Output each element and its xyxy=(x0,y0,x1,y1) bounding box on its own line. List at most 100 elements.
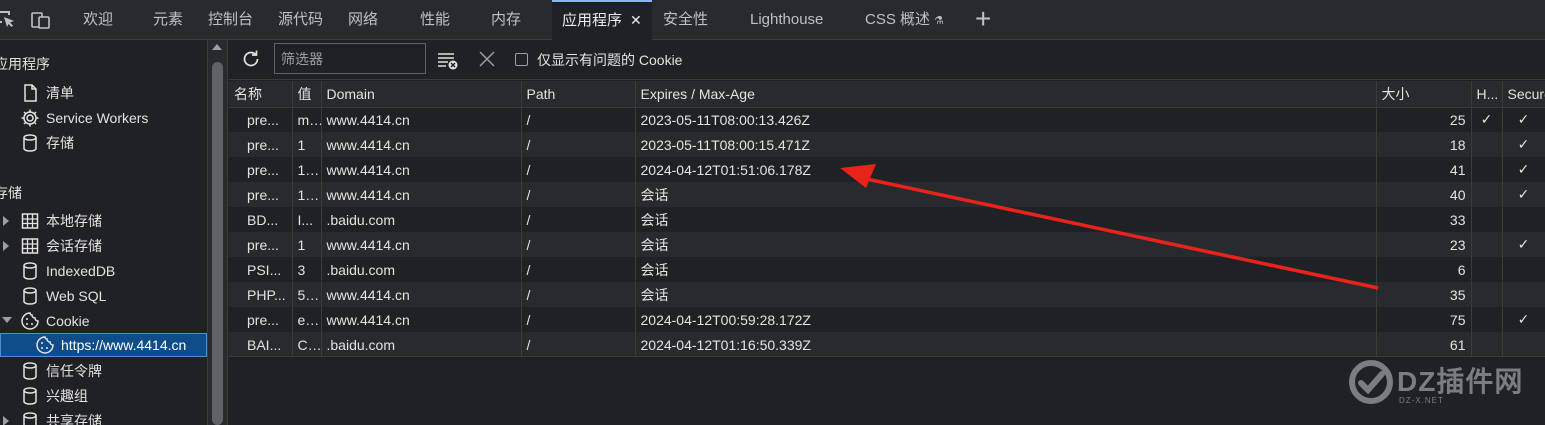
device-toolbar-icon[interactable] xyxy=(30,9,52,31)
sidebar-item-label: 存储 xyxy=(46,135,74,151)
cell-expires: 2023-05-11T08:00:15.471Z xyxy=(635,132,1377,157)
sidebar-item-trust-tokens[interactable]: 信任令牌 xyxy=(20,359,200,383)
table-row[interactable]: pre... m... www.4414.cn / 2023-05-11T08:… xyxy=(229,107,1545,132)
cell-name: pre... xyxy=(229,107,293,132)
cell-expires: 会话 xyxy=(635,182,1377,207)
tab-console[interactable]: 控制台 xyxy=(208,0,253,40)
sidebar-item-service-workers[interactable]: Service Workers xyxy=(20,106,200,130)
clear-all-cookies-icon[interactable] xyxy=(436,49,460,71)
sidebar-item-web-sql[interactable]: Web SQL xyxy=(20,284,200,308)
sidebar-item-indexeddb[interactable]: IndexedDB xyxy=(20,259,200,283)
cell-name: BAI... xyxy=(229,332,293,356)
cell-httponly xyxy=(1471,132,1503,157)
tab-memory[interactable]: 内存 xyxy=(491,0,521,40)
scroll-up-arrow-icon[interactable] xyxy=(212,44,222,50)
refresh-icon[interactable] xyxy=(240,48,262,70)
table-row[interactable]: BD... I... .baidu.com / 会话 33 xyxy=(229,207,1545,232)
cookie-icon xyxy=(21,312,39,330)
close-tab-icon[interactable]: ✕ xyxy=(630,12,642,28)
table-row[interactable]: PHP... 5... www.4414.cn / 会话 35 xyxy=(229,282,1545,307)
experiment-flask-icon: ⚗ xyxy=(934,15,944,27)
devtools-tab-bar: 欢迎 元素 控制台 源代码 网络 性能 内存 应用程序 ✕ 安全性 Lightho… xyxy=(0,0,1545,40)
cell-domain: www.4414.cn xyxy=(321,232,522,257)
tab-sources[interactable]: 源代码 xyxy=(278,0,323,40)
add-tab-button[interactable]: + xyxy=(975,3,991,35)
column-header-httponly[interactable]: H... xyxy=(1471,81,1503,108)
cell-domain: .baidu.com xyxy=(321,207,522,232)
cell-name: BD... xyxy=(229,207,293,232)
scrollbar-thumb[interactable] xyxy=(212,62,223,425)
cell-path: / xyxy=(521,307,636,332)
cell-value: e... xyxy=(292,307,322,332)
only-issues-checkbox[interactable] xyxy=(515,53,528,66)
inspect-element-icon[interactable] xyxy=(0,9,18,31)
sidebar-item-label: 兴趣组 xyxy=(46,388,88,404)
sidebar-item-manifest[interactable]: 清单 xyxy=(20,81,200,105)
cell-httponly xyxy=(1471,182,1503,207)
cell-value: 1 xyxy=(292,232,322,257)
cell-domain: www.4414.cn xyxy=(321,182,522,207)
tab-css-overview[interactable]: CSS 概述 ⚗ xyxy=(865,0,944,40)
collapse-arrow-icon[interactable] xyxy=(2,317,12,323)
sidebar-item-local-storage[interactable]: 本地存储 xyxy=(20,209,200,233)
cookie-toolbar: 仅显示有问题的 Cookie xyxy=(229,40,1545,80)
database-icon xyxy=(23,387,37,405)
expand-arrow-icon[interactable] xyxy=(3,416,9,425)
cell-path: / xyxy=(521,132,636,157)
cell-secure: ✓ xyxy=(1502,232,1545,257)
column-header-path[interactable]: Path xyxy=(521,81,636,108)
column-header-secure[interactable]: Secure xyxy=(1502,81,1545,108)
cell-path: / xyxy=(521,257,636,282)
sidebar-item-shared-storage[interactable]: 共享存储 xyxy=(20,409,200,425)
cell-path: / xyxy=(521,157,636,182)
table-row[interactable]: pre... 1 www.4414.cn / 2023-05-11T08:00:… xyxy=(229,132,1545,157)
cell-domain: .baidu.com xyxy=(321,332,522,356)
cell-path: / xyxy=(521,332,636,356)
sidebar-item-cookie-origin[interactable]: https://www.4414.cn xyxy=(0,333,207,357)
table-row[interactable]: pre... 1... www.4414.cn / 2024-04-12T01:… xyxy=(229,157,1545,182)
column-header-domain[interactable]: Domain xyxy=(321,81,522,108)
table-row[interactable]: BAI... C... .baidu.com / 2024-04-12T01:1… xyxy=(229,332,1545,356)
cell-expires: 会话 xyxy=(635,232,1377,257)
tab-elements[interactable]: 元素 xyxy=(153,0,183,40)
cell-httponly: ✓ xyxy=(1471,107,1503,132)
tab-welcome[interactable]: 欢迎 xyxy=(83,0,113,40)
tab-network[interactable]: 网络 xyxy=(348,0,378,40)
sidebar-scrollbar[interactable] xyxy=(207,40,228,425)
cell-httponly xyxy=(1471,332,1503,356)
column-header-size[interactable]: 大小 xyxy=(1376,81,1472,108)
cookie-icon xyxy=(36,336,54,354)
column-header-expires[interactable]: Expires / Max-Age xyxy=(635,81,1377,108)
expand-arrow-icon[interactable] xyxy=(3,216,9,226)
cell-path: / xyxy=(521,107,636,132)
sidebar-item-interest-groups[interactable]: 兴趣组 xyxy=(20,384,200,408)
only-issues-label: 仅显示有问题的 Cookie xyxy=(537,52,683,68)
filter-input[interactable] xyxy=(274,43,426,74)
cell-size: 18 xyxy=(1376,132,1472,157)
sidebar-item-session-storage[interactable]: 会话存储 xyxy=(20,234,200,258)
table-row[interactable]: pre... 1 www.4414.cn / 会话 23 ✓ xyxy=(229,232,1545,257)
table-row[interactable]: pre... 1... www.4414.cn / 会话 40 ✓ xyxy=(229,182,1545,207)
tab-lighthouse[interactable]: Lighthouse xyxy=(750,0,823,40)
tab-performance[interactable]: 性能 xyxy=(420,0,450,40)
database-icon xyxy=(23,412,37,425)
sidebar-item-storage[interactable]: 存储 xyxy=(20,131,200,155)
column-header-value[interactable]: 值 xyxy=(292,81,322,108)
cell-secure xyxy=(1502,332,1545,356)
cell-httponly xyxy=(1471,157,1503,182)
table-row[interactable]: pre... e... www.4414.cn / 2024-04-12T00:… xyxy=(229,307,1545,332)
sidebar-item-cookie[interactable]: Cookie xyxy=(20,309,200,333)
cell-httponly xyxy=(1471,282,1503,307)
tab-application[interactable]: 应用程序 ✕ xyxy=(552,0,652,40)
table-row[interactable]: PSI... 3 .baidu.com / 会话 6 xyxy=(229,257,1545,282)
cell-value: 1... xyxy=(292,182,322,207)
sidebar-item-label: Web SQL xyxy=(46,288,107,304)
cell-size: 75 xyxy=(1376,307,1472,332)
column-header-name[interactable]: 名称 xyxy=(229,81,293,108)
cell-domain: .baidu.com xyxy=(321,257,522,282)
cell-httponly xyxy=(1471,307,1503,332)
expand-arrow-icon[interactable] xyxy=(3,241,9,251)
watermark-subtext: DZ-X.NET xyxy=(1399,396,1444,405)
delete-selected-icon[interactable] xyxy=(478,50,496,68)
tab-security[interactable]: 安全性 xyxy=(663,0,708,40)
